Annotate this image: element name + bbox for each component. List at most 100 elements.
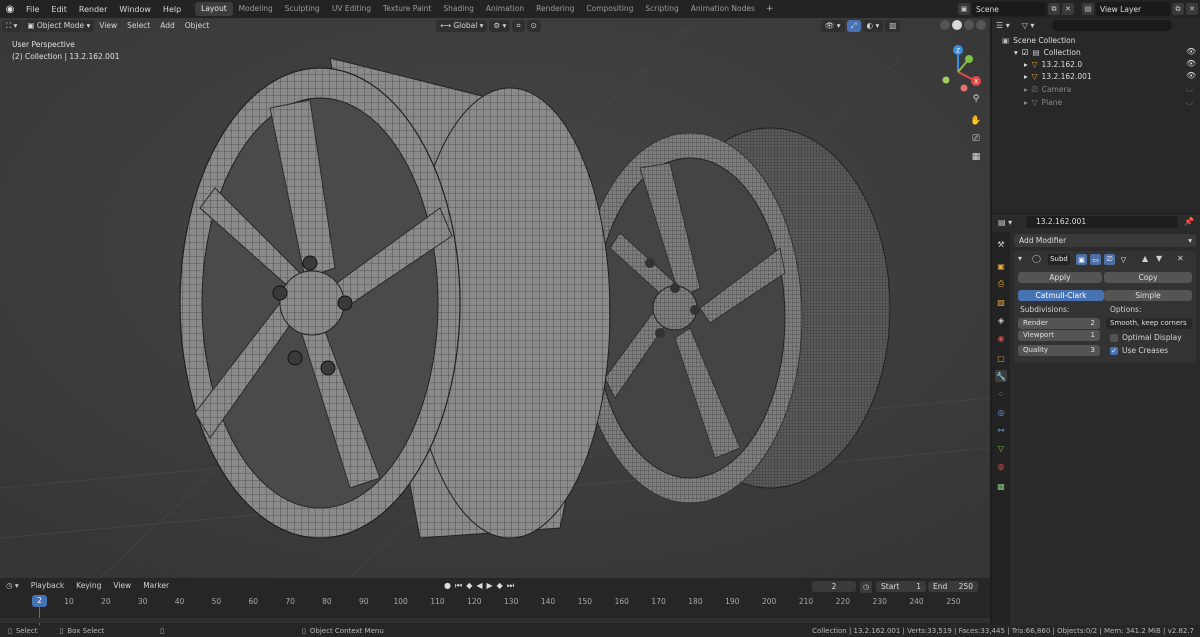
optimal-display-checkbox[interactable]	[1110, 334, 1118, 342]
use-creases-checkbox[interactable]: ✓	[1110, 347, 1118, 355]
tab-texture-paint[interactable]: Texture Paint	[377, 2, 437, 16]
tab-sculpting[interactable]: Sculpting	[279, 2, 326, 16]
particles-tab-icon[interactable]: ⁘	[995, 388, 1007, 400]
menu-window[interactable]: Window	[113, 5, 157, 14]
physics-tab-icon[interactable]: ◎	[995, 406, 1007, 418]
zoom-icon[interactable]: ⚲	[969, 92, 983, 106]
mode-selector[interactable]: ▣ Object Mode ▾	[23, 19, 95, 32]
frame-ruler[interactable]: 10 20 30 40 50 60 70 80 90 100 110 120 130 140 150 160 1…	[0, 595, 990, 609]
realtime-toggle-icon[interactable]: ▭	[1090, 254, 1101, 265]
render-tab-icon[interactable]: ▣	[995, 260, 1007, 272]
scene-selector[interactable]: Scene	[972, 2, 1046, 16]
scene-tab-icon[interactable]: ◈	[995, 314, 1007, 326]
menu-render[interactable]: Render	[73, 5, 113, 14]
current-frame-field[interactable]: 2	[812, 581, 856, 592]
eye-icon[interactable]: 👁	[1186, 59, 1196, 68]
uv-smooth-dropdown[interactable]: Smooth, keep corners	[1106, 318, 1192, 329]
navigation-gizmo[interactable]: Z X	[936, 40, 986, 100]
new-view-layer-icon[interactable]: ⧉	[1172, 3, 1184, 15]
timeline-menu-view[interactable]: View	[107, 581, 137, 590]
collapse-icon[interactable]: ▾	[1018, 254, 1022, 263]
output-tab-icon[interactable]: ⎙	[995, 278, 1007, 290]
modifier-name-field[interactable]: Subd	[1048, 254, 1070, 265]
tab-compositing[interactable]: Compositing	[580, 2, 639, 16]
tab-layout[interactable]: Layout	[195, 2, 233, 16]
remove-modifier-icon[interactable]: ✕	[1177, 254, 1184, 263]
new-scene-icon[interactable]: ⧉	[1048, 3, 1060, 15]
jump-start-icon[interactable]: ⏮	[455, 581, 462, 591]
properties-editor-icon[interactable]: ▤ ▾	[998, 218, 1012, 227]
add-modifier-dropdown[interactable]: Add Modifier ▾	[1014, 234, 1196, 247]
camera-view-icon[interactable]: ⎚	[969, 132, 983, 146]
prev-key-icon[interactable]: ◆	[466, 581, 472, 591]
view-layer-icon[interactable]: ▤	[1082, 3, 1094, 15]
pan-icon[interactable]: ✋	[969, 114, 983, 128]
blender-logo-icon[interactable]: ◉	[0, 4, 20, 15]
timeline-editor-icon[interactable]: ◷ ▾	[0, 581, 25, 590]
move-down-icon[interactable]: ▼	[1156, 254, 1162, 263]
catmull-clark-button[interactable]: Catmull-Clark	[1018, 290, 1104, 301]
outliner-search-input[interactable]	[1052, 20, 1172, 31]
pin-icon[interactable]: 📌	[1184, 217, 1194, 226]
add-workspace-button[interactable]: +	[761, 4, 779, 14]
neg-y-axis-icon[interactable]	[942, 76, 950, 84]
clock-icon[interactable]: ◷	[860, 581, 872, 593]
simple-button[interactable]: Simple	[1104, 290, 1192, 301]
outliner-editor-icon[interactable]: ☰ ▾	[996, 21, 1010, 30]
y-axis-icon[interactable]	[965, 55, 973, 63]
perspective-toggle-icon[interactable]: ▦	[969, 150, 983, 164]
filter-icon[interactable]: ▽ ▾	[1022, 21, 1035, 30]
jump-end-icon[interactable]: ⏭	[507, 581, 514, 591]
outliner-item[interactable]: ▸ ▽ 13.2.162.0	[1024, 59, 1082, 71]
collection-row[interactable]: ▾ ☑ ▤ Collection	[1014, 47, 1081, 59]
xray-toggle-icon[interactable]: ▥	[885, 19, 901, 32]
modifier-tab-icon[interactable]: 🔧	[995, 370, 1007, 382]
hidden-eye-icon[interactable]: ◡	[1186, 84, 1193, 93]
menu-edit[interactable]: Edit	[45, 5, 73, 14]
tab-uv-editing[interactable]: UV Editing	[326, 2, 377, 16]
record-icon[interactable]: ●	[444, 581, 451, 591]
material-shading-icon[interactable]	[964, 20, 974, 30]
view-layer-selector[interactable]: View Layer	[1096, 2, 1170, 16]
expand-icon[interactable]: ▾	[1014, 47, 1018, 59]
viewport-menu-view[interactable]: View	[94, 21, 122, 30]
viewport-menu-object[interactable]: Object	[180, 21, 214, 30]
viewport-menu-select[interactable]: Select	[122, 21, 155, 30]
edit-mode-toggle-icon[interactable]: ▣	[1076, 254, 1087, 265]
hidden-eye-icon[interactable]: ◡	[1186, 97, 1193, 106]
viewport-menu-add[interactable]: Add	[155, 21, 180, 30]
expand-icon[interactable]: ▸	[1024, 97, 1028, 109]
play-icon[interactable]: ▶	[487, 581, 493, 591]
texture-tab-icon[interactable]: ▩	[995, 480, 1007, 492]
delete-view-layer-icon[interactable]: ✕	[1186, 3, 1198, 15]
proportional-edit-icon[interactable]: ⊙	[526, 19, 541, 32]
visibility-icon[interactable]: 👁 ▾	[820, 19, 845, 32]
rendered-shading-icon[interactable]	[976, 20, 986, 30]
outliner-item[interactable]: ▸ ▽ Plane	[1024, 97, 1062, 109]
timeline-menu-keying[interactable]: Keying	[70, 581, 107, 590]
end-frame-field[interactable]: End 250	[928, 581, 978, 592]
expand-icon[interactable]: ▸	[1024, 71, 1028, 83]
editor-type-icon[interactable]: ⛶ ▾	[2, 19, 22, 32]
gizmo-toggle-icon[interactable]: ⤢	[846, 19, 861, 32]
tab-rendering[interactable]: Rendering	[530, 2, 580, 16]
tab-modeling[interactable]: Modeling	[233, 2, 279, 16]
tool-tab-icon[interactable]: ⚒	[995, 238, 1007, 250]
neg-x-axis-icon[interactable]	[960, 84, 968, 92]
timeline-menu-marker[interactable]: Marker	[137, 581, 175, 590]
expand-icon[interactable]: ▸	[1024, 84, 1028, 96]
scene-collection-row[interactable]: ▣ Scene Collection	[1002, 35, 1075, 47]
world-tab-icon[interactable]: ◉	[995, 332, 1007, 344]
solid-shading-icon[interactable]	[952, 20, 962, 30]
object-tab-icon[interactable]: ▢	[995, 352, 1007, 364]
3d-viewport[interactable]: ⛶ ▾ ▣ Object Mode ▾ View Select Add Object …	[0, 18, 990, 578]
expand-icon[interactable]: ▸	[1024, 59, 1028, 71]
tab-animation-nodes[interactable]: Animation Nodes	[685, 2, 761, 16]
collection-eye-icon[interactable]: 👁	[1186, 47, 1196, 56]
scene-icon[interactable]: ▣	[958, 3, 970, 15]
timeline-scrollbar[interactable]	[0, 618, 990, 623]
data-tab-icon[interactable]: ▽	[995, 442, 1007, 454]
tab-shading[interactable]: Shading	[437, 2, 479, 16]
render-levels-field[interactable]: Render 2	[1018, 318, 1100, 329]
tab-animation[interactable]: Animation	[480, 2, 530, 16]
